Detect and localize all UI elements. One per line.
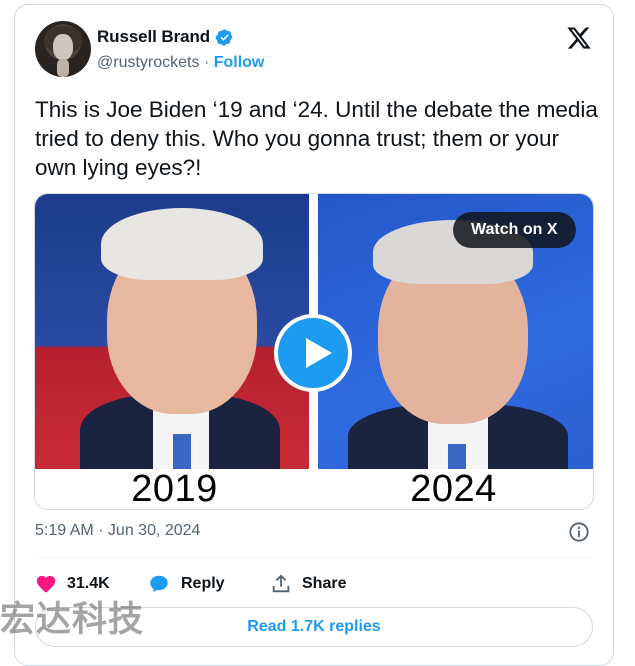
play-button[interactable] [274,314,352,392]
follow-button[interactable]: Follow [214,54,265,71]
heart-icon [36,575,56,593]
watermark: 宏达科技 [0,600,145,640]
reply-icon [150,575,168,593]
handle-separator: · [203,54,210,71]
tweet-card: Russell Brand @rustyrockets · Follow Thi… [14,4,614,666]
author-handle[interactable]: @rustyrockets [97,54,199,71]
x-logo-icon[interactable] [566,25,592,51]
share-button[interactable]: Share [270,570,346,598]
like-count: 31.4K [67,575,110,592]
avatar[interactable] [35,21,91,77]
year-label-right: 2024 [410,468,497,510]
verified-badge-icon [215,29,233,46]
reply-button[interactable]: Reply [147,570,225,598]
reply-label: Reply [181,575,225,592]
play-icon [306,338,332,368]
share-label: Share [302,575,347,592]
watch-on-x-button[interactable]: Watch on X [453,212,576,248]
author-handle-row: @rustyrockets · Follow [97,54,264,72]
video-thumbnail[interactable]: 2019 2024 Watch on X [34,193,594,510]
info-icon[interactable] [568,521,590,543]
like-button[interactable]: 31.4K [35,570,110,598]
tweet-text: This is Joe Biden ‘19 and ‘24. Until the… [35,97,598,180]
timestamp[interactable]: 5:19 AM · Jun 30, 2024 [35,522,200,540]
year-label-left: 2019 [131,468,218,510]
divider [35,557,593,558]
biden-2019-image [35,194,309,469]
author-name[interactable]: Russell Brand [97,27,210,47]
action-bar: 31.4K Reply Share [35,570,595,598]
share-icon [272,574,290,593]
